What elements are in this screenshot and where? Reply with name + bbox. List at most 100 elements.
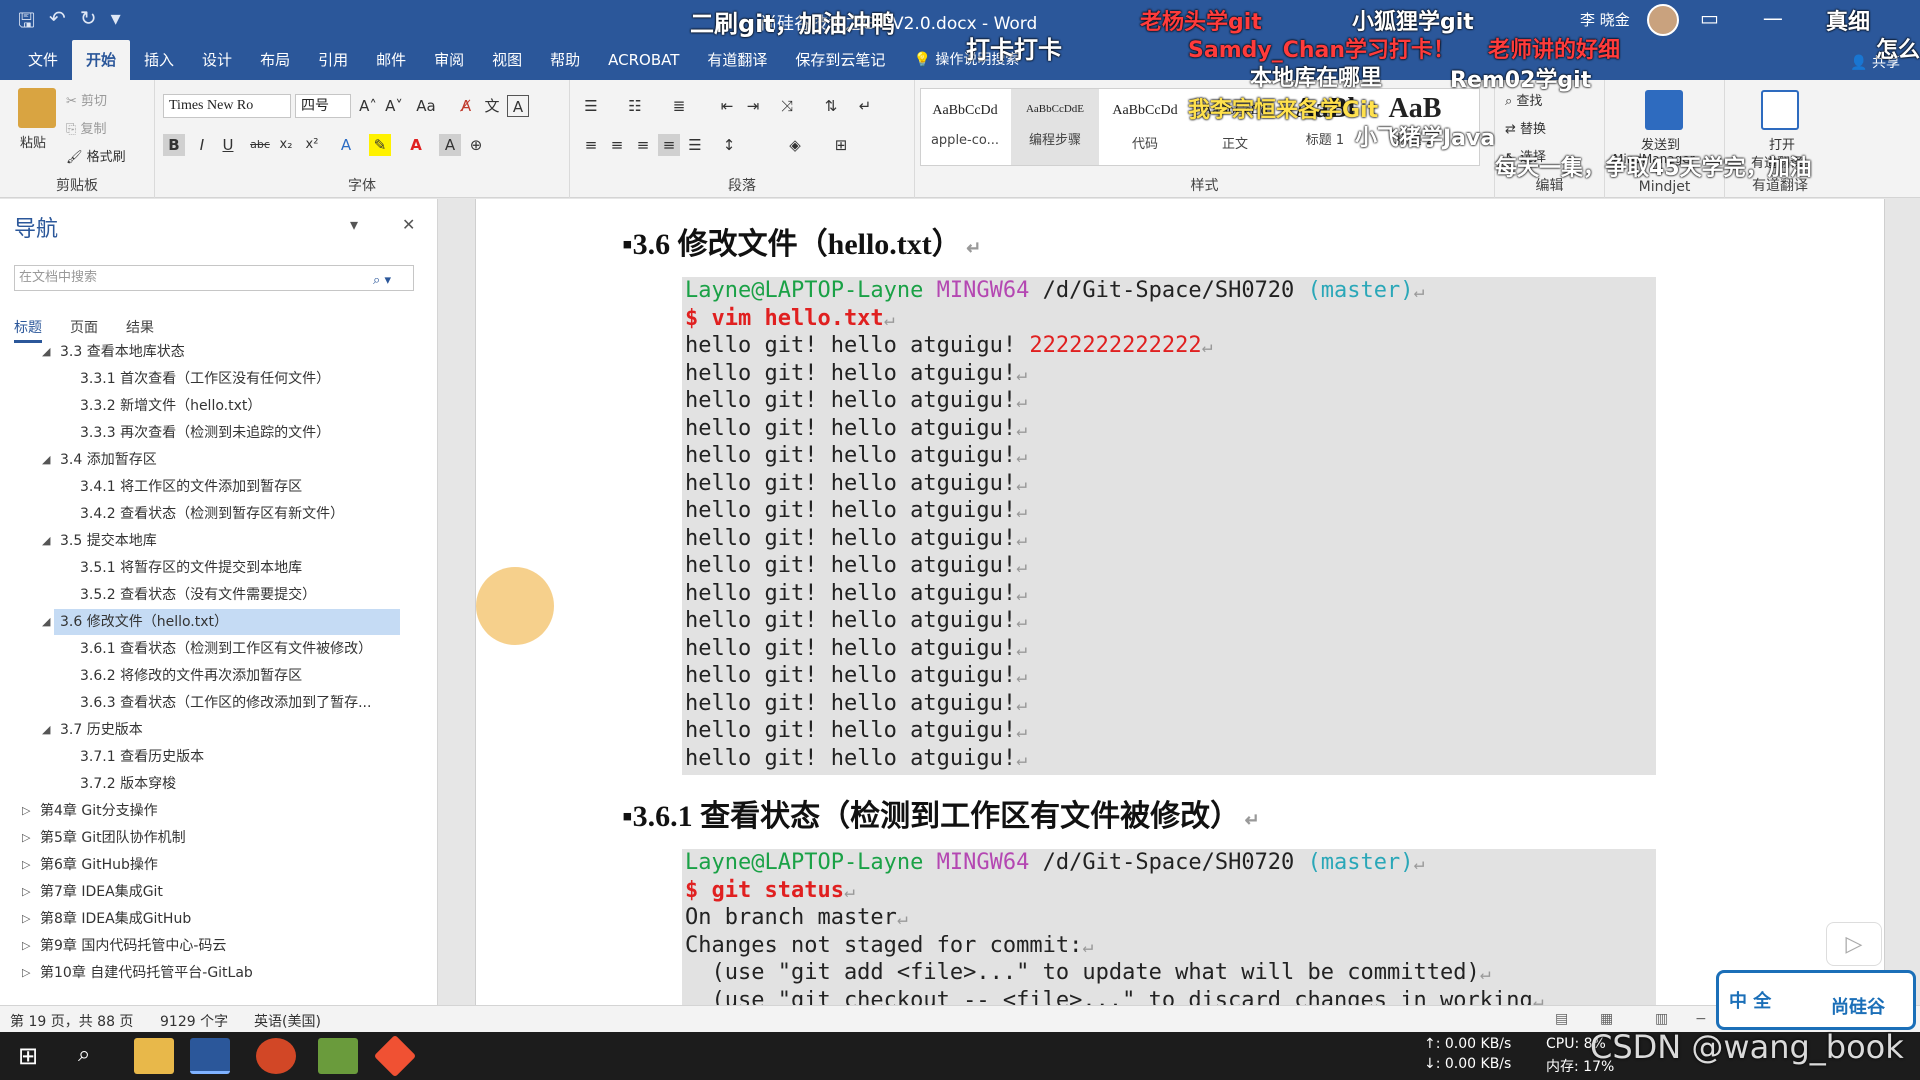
replace-button[interactable]: ⇄ 替换 [1505, 118, 1546, 137]
save-icon[interactable]: 🖫 [18, 6, 35, 40]
decrease-indent-icon[interactable]: ⇤ [716, 95, 738, 117]
nav-heading-item[interactable]: 3.6.1 查看状态（检测到工作区有文件被修改） [0, 636, 420, 662]
borders-icon[interactable]: ⊞ [830, 134, 852, 156]
collapse-icon[interactable]: ▷ [22, 798, 30, 824]
powerpoint-icon[interactable] [256, 1038, 296, 1074]
chevron-down-icon[interactable]: ▾ [350, 215, 358, 234]
char-border-icon[interactable]: A [507, 95, 529, 117]
explorer-icon[interactable] [134, 1038, 174, 1074]
align-center-icon[interactable]: ≡ [606, 134, 628, 156]
style-code[interactable]: AaBbCcDd 代码 [1101, 89, 1189, 165]
increase-indent-icon[interactable]: ⇥ [742, 95, 764, 117]
numbering-icon[interactable]: ☷ [624, 95, 646, 117]
nav-heading-item[interactable]: 3.3.3 再次查看（检测到未追踪的文件） [0, 420, 420, 446]
font-size-select[interactable]: 四号 [295, 94, 351, 118]
nav-heading-item[interactable]: ▷ 第10章 自建代码托管平台-GitLab [0, 960, 420, 986]
highlight-icon[interactable]: ✎ [369, 134, 391, 156]
paste-button[interactable]: 粘贴 [20, 132, 46, 151]
nav-heading-item[interactable]: ▷ 第9章 国内代码托管中心-码云 [0, 933, 420, 959]
tab-review[interactable]: 审阅 [420, 40, 478, 80]
heading-3-6[interactable]: ▪3.6 修改文件（hello.txt） ↵ [622, 219, 981, 263]
tab-help[interactable]: 帮助 [536, 40, 594, 80]
tab-insert[interactable]: 插入 [130, 40, 188, 80]
style-programming-steps[interactable]: AaBbCcDdE 编程步骤 [1011, 89, 1099, 165]
ribbon-display-icon[interactable]: ▭ [1700, 6, 1719, 30]
collapse-icon[interactable]: ▷ [22, 852, 30, 878]
shading-icon[interactable]: ◈ [784, 134, 806, 156]
expand-icon[interactable]: ◢ [42, 447, 50, 473]
tab-view[interactable]: 视图 [478, 40, 536, 80]
clear-format-icon[interactable]: A̸ [455, 95, 477, 117]
page-count[interactable]: 第 19 页，共 88 页 [10, 1011, 133, 1031]
nav-heading-item[interactable]: ▷ 第7章 IDEA集成Git [0, 879, 420, 905]
change-case-icon[interactable]: Aa [415, 95, 437, 117]
collapse-icon[interactable]: ▷ [22, 960, 30, 986]
word-icon[interactable] [190, 1038, 230, 1074]
collapse-icon[interactable]: ▷ [22, 906, 30, 932]
tab-acrobat[interactable]: ACROBAT [594, 40, 693, 80]
nav-heading-item[interactable]: ◢ 3.4 添加暂存区 [0, 447, 420, 473]
zoom-out-icon[interactable]: − [1695, 1011, 1707, 1027]
tab-cloud-note[interactable]: 保存到云笔记 [781, 40, 899, 80]
cut-button[interactable]: ✂ 剪切 [66, 90, 107, 109]
notepad-icon[interactable] [318, 1038, 358, 1074]
tab-mailings[interactable]: 邮件 [362, 40, 420, 80]
translate-icon[interactable] [1761, 90, 1799, 130]
tab-file[interactable]: 文件 [14, 40, 72, 80]
code-block-vim[interactable]: Layne@LAPTOP-Layne MINGW64 /d/Git-Space/… [682, 277, 1656, 775]
nav-search-input[interactable]: 在文档中搜索 ⌕ ▾ [14, 265, 414, 291]
play-icon[interactable]: ▷ [1826, 922, 1882, 966]
nav-heading-item[interactable]: ◢ 3.7 历史版本 [0, 717, 420, 743]
align-right-icon[interactable]: ≡ [632, 134, 654, 156]
read-mode-icon[interactable]: ▤ [1555, 1011, 1568, 1027]
word-count[interactable]: 9129 个字 [160, 1011, 228, 1031]
mindmanager-icon[interactable] [1645, 90, 1683, 130]
paste-icon[interactable] [18, 88, 56, 128]
nav-heading-item[interactable]: ▷ 第5章 Git团队协作机制 [0, 825, 420, 851]
git-icon[interactable] [373, 1034, 417, 1078]
tab-design[interactable]: 设计 [188, 40, 246, 80]
redo-icon[interactable]: ↻ [80, 6, 97, 40]
tab-home[interactable]: 开始 [72, 40, 131, 80]
line-spacing-icon[interactable]: ↕ [718, 134, 740, 156]
strikethrough-icon[interactable]: abc [249, 134, 271, 156]
style-apple-code[interactable]: AaBbCcDd apple-co... [921, 89, 1009, 165]
web-layout-icon[interactable]: ▥ [1655, 1011, 1668, 1027]
user-name[interactable]: 李 晓金 [1580, 9, 1630, 30]
phonetic-guide-icon[interactable]: 文 [481, 95, 503, 117]
enclose-char-icon[interactable]: ⊕ [465, 134, 487, 156]
collapse-icon[interactable]: ▷ [22, 825, 30, 851]
text-effects-icon[interactable]: A [335, 134, 357, 156]
collapse-icon[interactable]: ▷ [22, 879, 30, 905]
customize-icon[interactable]: ▾ [111, 6, 121, 40]
nav-heading-item[interactable]: 3.7.1 查看历史版本 [0, 744, 420, 770]
multilevel-list-icon[interactable]: ≣ [668, 95, 690, 117]
nav-heading-item[interactable]: 3.3.2 新增文件（hello.txt） [0, 393, 420, 419]
nav-heading-item[interactable]: 3.6.2 将修改的文件再次添加暂存区 [0, 663, 420, 689]
char-shading-icon[interactable]: A [439, 134, 461, 156]
nav-heading-item[interactable]: 3.5.2 查看状态（没有文件需要提交） [0, 582, 420, 608]
expand-icon[interactable]: ◢ [42, 717, 50, 743]
expand-icon[interactable]: ◢ [42, 528, 50, 554]
subscript-icon[interactable]: x₂ [275, 134, 297, 156]
font-color-icon[interactable]: A [405, 134, 427, 156]
close-icon[interactable]: ✕ [402, 215, 415, 234]
tab-layout[interactable]: 布局 [246, 40, 304, 80]
nav-heading-item[interactable]: 3.6.3 查看状态（工作区的修改添加到了暂存... [0, 690, 420, 716]
chinese-layout-icon[interactable]: ⤨ [776, 95, 798, 117]
justify-icon[interactable]: ≡ [658, 134, 680, 156]
nav-heading-item[interactable]: ◢ 3.5 提交本地库 [0, 528, 420, 554]
collapse-icon[interactable]: ▷ [22, 933, 30, 959]
minimize-icon[interactable]: — [1763, 6, 1783, 30]
nav-heading-item[interactable]: ▷ 第6章 GitHub操作 [0, 852, 420, 878]
nav-heading-item[interactable]: ◢ 3.3 查看本地库状态 [0, 339, 420, 365]
copy-button[interactable]: ⎘ 复制 [66, 118, 107, 137]
format-painter-button[interactable]: 🖌 格式刷 [66, 146, 126, 165]
avatar[interactable] [1647, 4, 1679, 36]
expand-icon[interactable]: ◢ [42, 339, 50, 365]
nav-heading-item[interactable]: 3.3.1 首次查看（工作区没有任何文件） [0, 366, 420, 392]
nav-heading-item[interactable]: ▷ 第4章 Git分支操作 [0, 798, 420, 824]
nav-heading-item[interactable]: 3.5.1 将暂存区的文件提交到本地库 [0, 555, 420, 581]
nav-heading-item[interactable]: ▷ 第8章 IDEA集成GitHub [0, 906, 420, 932]
nav-heading-item[interactable]: 3.4.1 将工作区的文件添加到暂存区 [0, 474, 420, 500]
